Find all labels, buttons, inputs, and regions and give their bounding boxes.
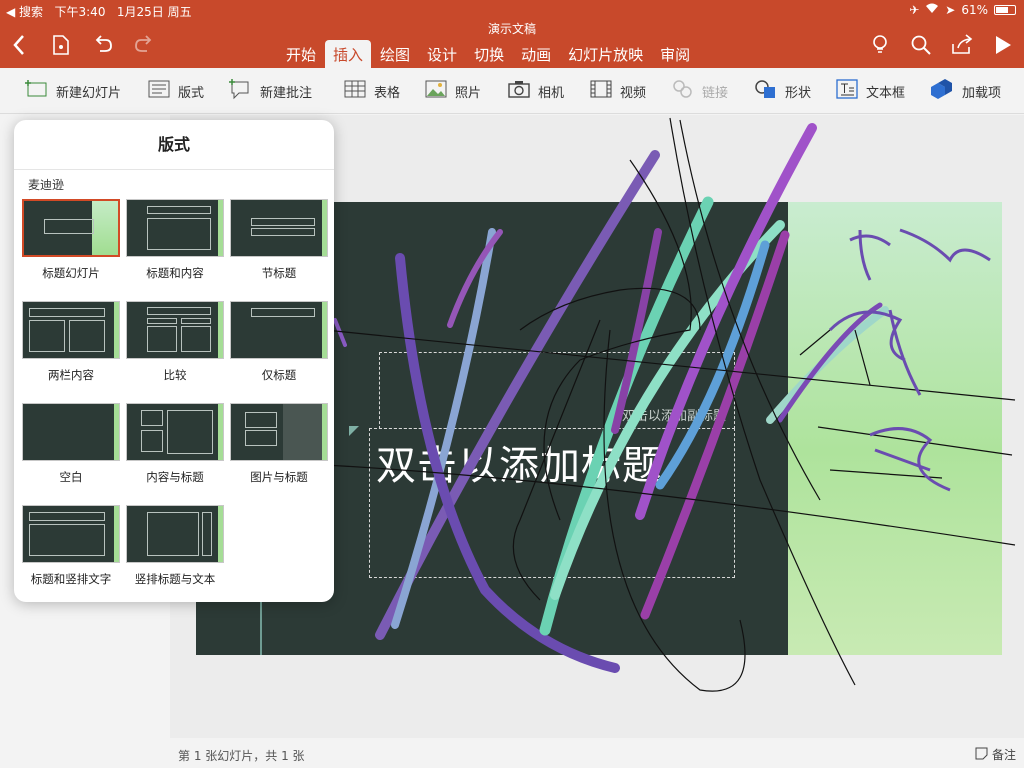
layout-title-slide[interactable]: 标题幻灯片 [22, 199, 120, 295]
layout-thumbnail [230, 301, 328, 359]
layout-blank[interactable]: 空白 [22, 403, 120, 499]
layout-two-content[interactable]: 两栏内容 [22, 301, 120, 397]
layout-vertical-title-text[interactable]: 竖排标题与文本 [126, 505, 224, 601]
layout-comparison[interactable]: 比较 [126, 301, 224, 397]
notes-button[interactable]: 备注 [975, 746, 1016, 763]
layout-label: 竖排标题与文本 [134, 572, 216, 586]
popover-title: 版式 [14, 120, 334, 170]
layout-thumbnail [126, 403, 224, 461]
layout-title-content[interactable]: 标题和内容 [126, 199, 224, 295]
layout-label: 节标题 [261, 266, 297, 280]
layout-picture-caption[interactable]: 图片与标题 [230, 403, 328, 499]
layout-thumbnail [22, 199, 120, 257]
layout-label: 标题幻灯片 [42, 266, 100, 280]
layout-title-vertical-text[interactable]: 标题和竖排文字 [22, 505, 120, 601]
layout-label: 标题和内容 [146, 266, 204, 280]
theme-section-label: 麦迪逊 [28, 178, 65, 192]
layout-title-only[interactable]: 仅标题 [230, 301, 328, 397]
layout-section-header[interactable]: 节标题 [230, 199, 328, 295]
layout-thumbnail [126, 199, 224, 257]
layout-popover: 版式 麦迪逊 标题幻灯片 标题和内容 节标题 两栏内容 比较 仅标题 空白 内容… [14, 120, 334, 602]
notes-icon [975, 747, 988, 763]
layout-thumbnail [126, 505, 224, 563]
layout-thumbnail [230, 403, 328, 461]
layout-label: 内容与标题 [146, 470, 204, 484]
layout-label: 比较 [163, 368, 187, 382]
slide-count: 第 1 张幻灯片，共 1 张 [178, 749, 305, 763]
layout-label: 仅标题 [261, 368, 297, 382]
layout-thumbnail [22, 301, 120, 359]
layout-label: 标题和竖排文字 [30, 572, 112, 586]
layout-label: 空白 [59, 470, 83, 484]
layout-label: 两栏内容 [48, 368, 94, 382]
layout-label: 图片与标题 [250, 470, 308, 484]
layout-thumbnail [22, 403, 120, 461]
layout-thumbnail [22, 505, 120, 563]
layout-thumbnail [126, 301, 224, 359]
layout-content-caption[interactable]: 内容与标题 [126, 403, 224, 499]
status-footer: 第 1 张幻灯片，共 1 张 备注 [170, 738, 1024, 768]
layout-thumbnail [230, 199, 328, 257]
